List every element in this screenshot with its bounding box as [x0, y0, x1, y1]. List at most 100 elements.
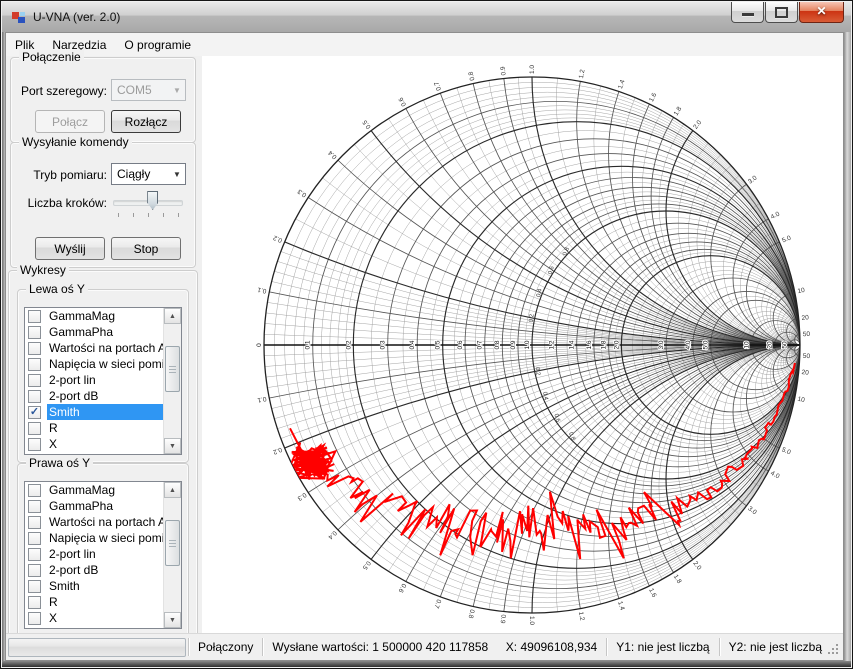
left-axis-item-1[interactable]: GammaPha	[25, 324, 164, 340]
checkbox-unchecked[interactable]	[28, 326, 41, 339]
scrollbar-thumb[interactable]	[165, 520, 180, 566]
svg-text:1.6: 1.6	[647, 587, 657, 599]
svg-text:0.9: 0.9	[510, 340, 517, 349]
checkbox-unchecked[interactable]	[28, 596, 41, 609]
left-axis-item-3[interactable]: Napięcia w sieci pomiarow	[25, 356, 164, 372]
checkbox-unchecked[interactable]	[28, 564, 41, 577]
svg-text:1.6: 1.6	[586, 340, 593, 349]
svg-text:1.0: 1.0	[524, 340, 531, 349]
list-item-label: 2-port lin	[47, 546, 164, 562]
charts-group: Wykresy Lewa oś Y GammaMagGammaPhaWartoś…	[8, 270, 198, 640]
left-axis-title: Lewa oś Y	[26, 282, 88, 296]
svg-text:20: 20	[801, 369, 809, 377]
checkbox-unchecked[interactable]	[28, 390, 41, 403]
connection-status: Połączony	[191, 640, 260, 654]
scrollbar-thumb[interactable]	[165, 346, 180, 392]
left-axis-item-4[interactable]: 2-port lin	[25, 372, 164, 388]
list-item-label: Wartości na portach ADC	[47, 514, 164, 530]
stop-button[interactable]: Stop	[111, 237, 181, 260]
right-axis-item-7[interactable]: R	[25, 594, 164, 610]
svg-text:10: 10	[797, 396, 806, 404]
arrow-up-icon[interactable]: ▲	[164, 482, 181, 498]
left-axis-item-5[interactable]: 2-port dB	[25, 388, 164, 404]
checkbox-unchecked[interactable]	[28, 374, 41, 387]
slider-thumb[interactable]	[147, 191, 158, 210]
control-panel: Połączenie Port szeregowy: COM5 ▼ Połącz…	[6, 56, 202, 634]
right-axis-scrollbar[interactable]: ▲ ▼	[163, 482, 181, 628]
checkbox-unchecked[interactable]	[28, 532, 41, 545]
checkbox-unchecked[interactable]	[28, 580, 41, 593]
right-axis-item-0[interactable]: GammaMag	[25, 482, 164, 498]
svg-text:0.9: 0.9	[500, 66, 508, 76]
right-axis-item-8[interactable]: X	[25, 610, 164, 626]
left-axis-item-2[interactable]: Wartości na portach ADC	[25, 340, 164, 356]
serial-port-label: Port szeregowy:	[15, 84, 107, 98]
checkbox-unchecked[interactable]	[28, 342, 41, 355]
application-window: U-VNA (ver. 2.0) ✕ PlikNarzędziaO progra…	[0, 0, 853, 669]
svg-text:0.7: 0.7	[433, 80, 443, 91]
resize-grip[interactable]	[828, 644, 840, 656]
serial-port-select[interactable]: COM5 ▼	[111, 79, 186, 101]
send-button[interactable]: Wyślij	[35, 237, 105, 260]
checkbox-unchecked[interactable]	[28, 548, 41, 561]
close-button[interactable]: ✕	[799, 2, 844, 23]
menu-item-2[interactable]: O programie	[115, 33, 200, 56]
application-icon	[11, 9, 27, 25]
right-axis-listbox[interactable]: GammaMagGammaPhaWartości na portach ADCN…	[24, 481, 182, 629]
right-axis-item-1[interactable]: GammaPha	[25, 498, 164, 514]
arrow-down-icon[interactable]: ▼	[164, 438, 181, 454]
status-separator	[262, 638, 263, 656]
chevron-down-icon: ▼	[169, 86, 185, 95]
list-item-label: R	[47, 420, 164, 436]
checkbox-unchecked[interactable]	[28, 500, 41, 513]
checkbox-unchecked[interactable]	[28, 310, 41, 323]
status-separator	[719, 638, 720, 656]
checkbox-unchecked[interactable]	[28, 422, 41, 435]
left-axis-item-8[interactable]: X	[25, 436, 164, 452]
left-axis-item-6[interactable]: ✓ Smith	[25, 404, 164, 420]
svg-text:5.0: 5.0	[703, 340, 710, 349]
svg-text:1.2: 1.2	[548, 340, 555, 349]
svg-text:2.0: 2.0	[613, 340, 620, 349]
arrow-down-icon[interactable]: ▼	[164, 612, 181, 628]
status-bar: Połączony Wysłane wartości: 1 500000 420…	[6, 633, 843, 660]
svg-text:1.6: 1.6	[648, 92, 658, 104]
right-axis-item-2[interactable]: Wartości na portach ADC	[25, 514, 164, 530]
checkbox-unchecked[interactable]	[28, 612, 41, 625]
checkbox-checked[interactable]: ✓	[28, 406, 41, 419]
right-axis-item-6[interactable]: Smith	[25, 578, 164, 594]
svg-text:0.3: 0.3	[296, 187, 308, 198]
disconnect-button[interactable]: Rozłącz	[111, 110, 181, 133]
svg-text:0.2: 0.2	[529, 313, 536, 323]
steps-slider[interactable]	[111, 187, 185, 219]
serial-port-value: COM5	[117, 83, 152, 97]
checkbox-unchecked[interactable]	[28, 484, 41, 497]
checkbox-unchecked[interactable]	[28, 516, 41, 529]
svg-text:50: 50	[803, 353, 811, 360]
slider-tick	[148, 213, 149, 217]
left-axis-item-0[interactable]: GammaMag	[25, 308, 164, 324]
svg-text:0.1: 0.1	[257, 286, 268, 295]
left-axis-item-7[interactable]: R	[25, 420, 164, 436]
svg-text:0.4: 0.4	[536, 288, 544, 298]
checkbox-unchecked[interactable]	[28, 358, 41, 371]
list-item-label: Smith	[47, 404, 164, 420]
maximize-button[interactable]	[765, 2, 798, 23]
connect-button[interactable]: Połącz	[35, 110, 105, 133]
svg-text:0.8: 0.8	[494, 340, 501, 349]
minimize-button[interactable]	[731, 2, 764, 23]
arrow-up-icon[interactable]: ▲	[164, 308, 181, 324]
left-axis-scrollbar[interactable]: ▲ ▼	[163, 308, 181, 454]
checkbox-unchecked[interactable]	[28, 438, 41, 451]
svg-text:4.0: 4.0	[685, 340, 692, 349]
right-axis-item-5[interactable]: 2-port dB	[25, 562, 164, 578]
right-axis-item-3[interactable]: Napięcia w sieci pomiarow	[25, 530, 164, 546]
svg-text:3.0: 3.0	[746, 505, 758, 516]
svg-text:1.4: 1.4	[569, 340, 576, 349]
svg-text:0.7: 0.7	[477, 340, 484, 349]
measure-mode-select[interactable]: Ciągły ▼	[111, 163, 186, 185]
svg-text:1.0: 1.0	[528, 616, 535, 625]
left-axis-listbox[interactable]: GammaMagGammaPhaWartości na portach ADCN…	[24, 307, 182, 455]
status-separator	[606, 638, 607, 656]
right-axis-item-4[interactable]: 2-port lin	[25, 546, 164, 562]
